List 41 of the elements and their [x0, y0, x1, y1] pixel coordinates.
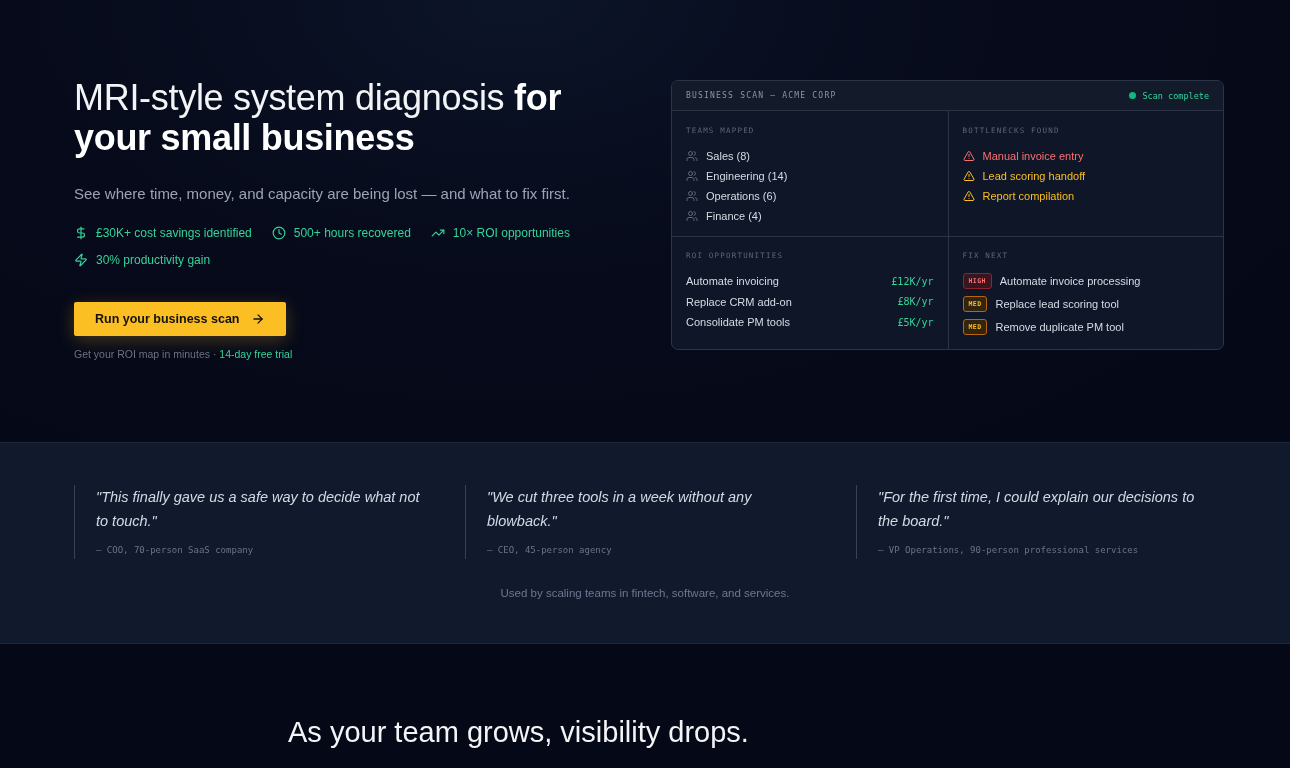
free-trial-link[interactable]: 14-day free trial [219, 348, 293, 360]
users-icon [686, 210, 698, 222]
stat-label: £30K+ cost savings identified [96, 226, 252, 240]
arrow-right-icon [251, 312, 266, 326]
testimonial-author: — CEO, 45-person agency [487, 544, 613, 557]
bottleneck-label: Report compilation [982, 190, 1075, 202]
status-dot-icon [1129, 92, 1137, 99]
users-icon [686, 190, 698, 202]
team-label: Finance (4) [706, 210, 762, 222]
bottleneck-label: Lead scoring handoff [982, 170, 1086, 182]
fix-label: Replace lead scoring tool [995, 298, 1119, 310]
testimonial-author: — VP Operations, 90-person professional services [878, 544, 1140, 557]
fix-label: Remove duplicate PM tool [995, 321, 1124, 333]
users-icon [686, 150, 698, 162]
stat-label: 500+ hours recovered [293, 226, 411, 240]
hero-subtitle: See where time, money, and capacity are being lost — and what to fix first. [74, 184, 570, 204]
team-label: Sales (8) [706, 150, 751, 162]
fix-label: Automate invoice processing [999, 275, 1141, 287]
testimonial-quote: "We cut three tools in a week without any blowback." [487, 488, 753, 531]
testimonial-author: — COO, 70-person SaaS company [96, 544, 255, 557]
hero-title: MRI-style system diagnosis for your small business [74, 78, 563, 158]
roi-label: Consolidate PM tools [686, 316, 790, 329]
scan-button[interactable]: Run your business scan [74, 302, 287, 336]
testimonial-quote: "This finally gave us a safe way to decide what not to touch." [96, 488, 421, 531]
roi-value: £5K/yr [897, 316, 934, 328]
status-label: Scan complete [1142, 90, 1209, 101]
testimonial-quote: "For the first time, I could explain our decisions to the board." [878, 488, 1196, 531]
roi-value: £8K/yr [897, 296, 934, 308]
customers-note: Used by scaling teams in fintech, software, and services. [499, 587, 791, 599]
growth-heading: As your team grows, visibility drops. [288, 715, 750, 750]
trial-note: Get your ROI map in minutes · 14-day free trial [74, 347, 293, 361]
roi-label: Automate invoicing [686, 275, 779, 288]
team-label: Operations (6) [706, 190, 777, 202]
roi-label: Replace CRM add-on [686, 295, 792, 308]
stat-label: 30% productivity gain [96, 253, 211, 267]
bottleneck-label: Manual invoice entry [982, 150, 1084, 162]
card-title: BUSINESS SCAN — ACME CORP [686, 91, 837, 100]
users-icon [686, 170, 698, 182]
stat-label: 10× ROI opportunities [452, 226, 570, 240]
team-label: Engineering (14) [706, 170, 788, 182]
roi-value: £12K/yr [891, 275, 934, 287]
